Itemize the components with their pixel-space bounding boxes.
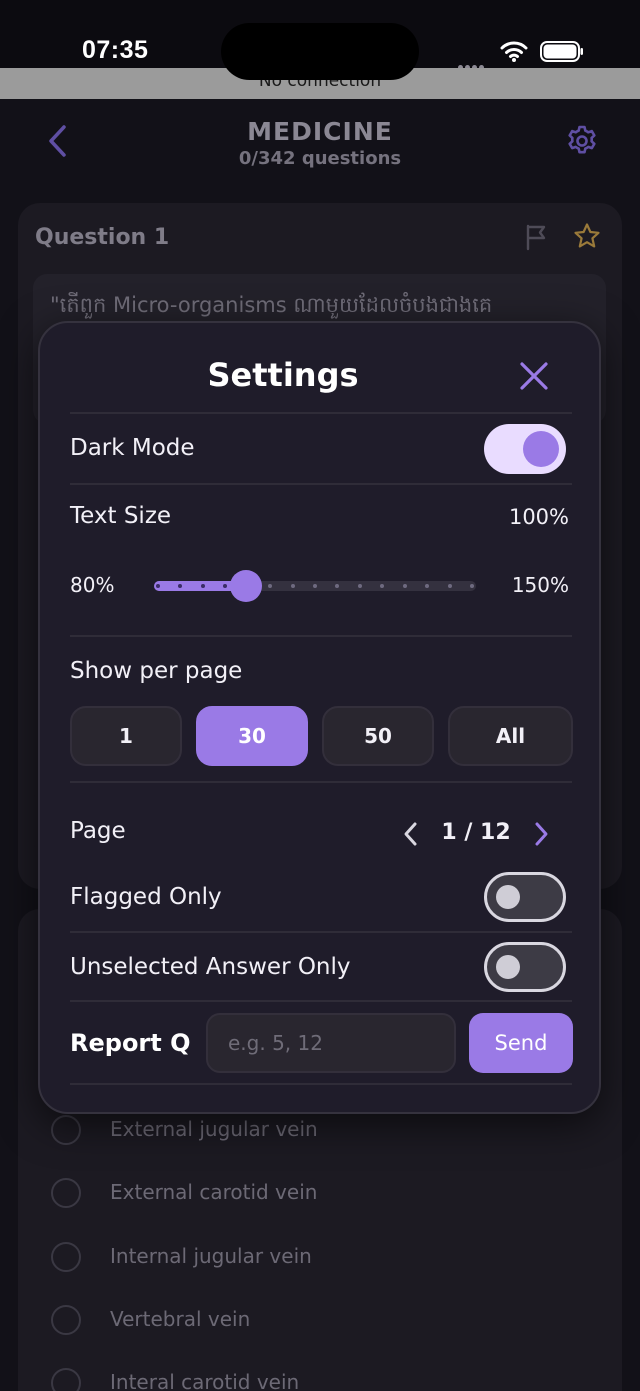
app-header: MEDICINE 0/342 questions xyxy=(0,99,640,189)
slider-thumb[interactable] xyxy=(229,570,262,602)
settings-title: Settings xyxy=(207,356,359,394)
per-page-option-30[interactable]: 30 xyxy=(196,706,308,766)
unselected-only-label: Unselected Answer Only xyxy=(70,954,351,980)
page-title: MEDICINE xyxy=(247,117,393,146)
slider-tick xyxy=(200,584,205,588)
report-label: Report Q xyxy=(70,1029,191,1057)
divider xyxy=(70,635,572,637)
send-button[interactable]: Send xyxy=(469,1013,573,1073)
per-page-option-50[interactable]: 50 xyxy=(322,706,434,766)
radio-button[interactable] xyxy=(51,1305,81,1335)
answer-label: External carotid vein xyxy=(110,1180,318,1204)
text-size-slider[interactable] xyxy=(154,570,476,602)
slider-tick xyxy=(223,584,228,588)
radio-button[interactable] xyxy=(51,1115,81,1145)
answer-label: Interal carotid vein xyxy=(110,1370,300,1391)
text-size-max-label: 150% xyxy=(511,573,569,597)
slider-tick xyxy=(313,584,317,588)
answer-option[interactable]: External carotid vein xyxy=(51,1174,591,1214)
toggle-knob xyxy=(523,431,559,467)
dark-mode-toggle[interactable] xyxy=(484,424,566,474)
star-icon[interactable] xyxy=(573,222,601,250)
divider xyxy=(70,931,572,933)
question-text: "តើពួក Micro-organisms ណាមួយដែលចំបងជាងគេ xyxy=(50,293,493,317)
per-page-option-1[interactable]: 1 xyxy=(70,706,182,766)
per-page-option-all[interactable]: All xyxy=(448,706,573,766)
slider-tick xyxy=(335,584,340,588)
battery-icon xyxy=(540,41,583,62)
radio-button[interactable] xyxy=(51,1242,81,1272)
divider xyxy=(70,483,572,485)
flag-icon[interactable] xyxy=(524,223,550,251)
answer-option[interactable]: External jugular vein xyxy=(51,1111,591,1151)
flagged-only-label: Flagged Only xyxy=(70,884,222,910)
page-indicator: 1 / 12 xyxy=(441,820,511,845)
divider xyxy=(70,412,572,414)
answer-option[interactable]: Interal carotid vein xyxy=(51,1364,591,1391)
radio-button[interactable] xyxy=(51,1368,81,1391)
slider-tick xyxy=(178,584,183,588)
text-size-min-label: 80% xyxy=(70,573,115,597)
answer-label: Internal jugular vein xyxy=(110,1244,312,1268)
status-bar: 07:35 xyxy=(0,0,640,80)
cellular-signal-icon xyxy=(458,55,492,70)
per-page-label: Show per page xyxy=(70,658,243,684)
slider-tick xyxy=(156,584,160,588)
answer-label: External jugular vein xyxy=(110,1117,318,1141)
divider xyxy=(70,1000,572,1002)
slider-tick xyxy=(425,584,430,588)
question-title: Question 1 xyxy=(35,225,170,250)
toggle-knob xyxy=(496,955,520,979)
flagged-only-toggle[interactable] xyxy=(484,872,566,922)
radio-button[interactable] xyxy=(51,1178,81,1208)
close-icon[interactable] xyxy=(518,360,550,392)
status-time: 07:35 xyxy=(82,36,149,64)
answer-option[interactable]: Internal jugular vein xyxy=(51,1238,591,1278)
question-count: 0/342 questions xyxy=(238,148,402,169)
answer-option[interactable]: Vertebral vein xyxy=(51,1301,591,1341)
toggle-knob xyxy=(496,885,520,909)
divider xyxy=(70,1083,572,1085)
slider-tick xyxy=(447,584,452,588)
unselected-only-toggle[interactable] xyxy=(484,942,566,992)
slider-tick xyxy=(357,584,362,588)
slider-ticks xyxy=(154,581,476,591)
slider-tick xyxy=(470,584,474,588)
chevron-right-icon[interactable] xyxy=(530,820,552,848)
settings-modal: Settings Dark Mode Text Size 100% 80% 15… xyxy=(38,321,601,1114)
gear-icon[interactable] xyxy=(565,124,599,158)
wifi-icon xyxy=(500,41,528,62)
chevron-left-icon[interactable] xyxy=(400,820,422,848)
slider-tick xyxy=(402,584,407,588)
divider xyxy=(70,781,572,783)
dynamic-island xyxy=(221,23,419,80)
slider-tick xyxy=(290,584,295,588)
report-question-input[interactable] xyxy=(206,1013,456,1073)
text-size-label: Text Size xyxy=(70,503,172,529)
slider-tick xyxy=(380,584,385,588)
page-label: Page xyxy=(70,818,126,844)
text-size-value: 100% xyxy=(508,505,569,529)
slider-tick xyxy=(268,584,273,588)
dark-mode-label: Dark Mode xyxy=(70,435,195,461)
answer-label: Vertebral vein xyxy=(110,1307,251,1331)
